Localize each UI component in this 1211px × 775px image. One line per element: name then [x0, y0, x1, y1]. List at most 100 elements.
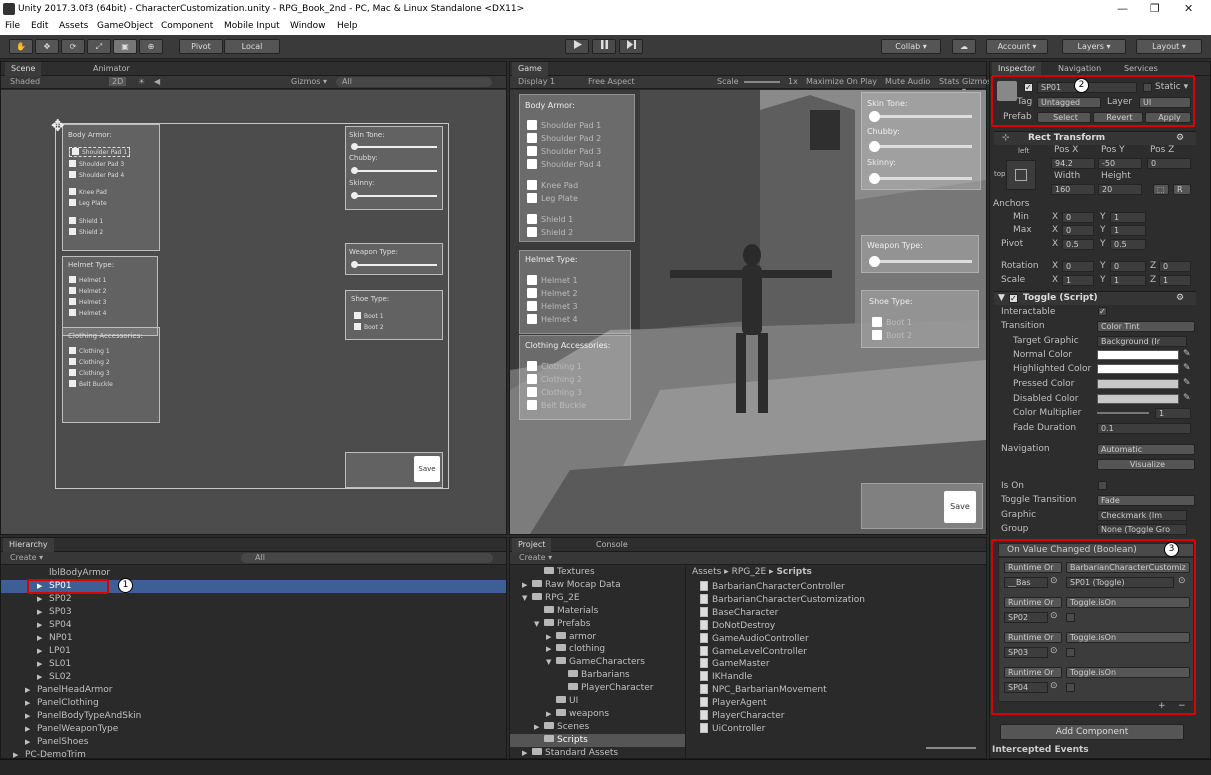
expand-arrow-icon[interactable]: ▶ — [37, 671, 49, 684]
play-button[interactable] — [565, 39, 589, 54]
pos-y-field[interactable]: -50 — [1098, 158, 1142, 169]
game-toggle-item[interactable]: Shield 1 — [527, 214, 573, 224]
stats-toggle[interactable]: Stats — [939, 77, 959, 86]
highlighted-color-swatch[interactable] — [1097, 364, 1179, 374]
local-toggle[interactable]: Local — [224, 39, 280, 54]
project-folder-row[interactable]: ▶ weapons — [510, 708, 685, 721]
breadcrumb-rpg[interactable]: RPG_2E — [732, 567, 767, 577]
account-dropdown[interactable]: Account ▾ — [986, 39, 1048, 54]
scene-toggle-item[interactable]: Knee Pad — [69, 188, 107, 196]
expand-arrow-icon[interactable]: ▼ — [534, 618, 544, 631]
interactable-checkbox[interactable]: ✓ — [1098, 307, 1107, 316]
transform-tool-icon[interactable]: ⊕ — [139, 39, 163, 54]
maximize-on-play-toggle[interactable]: Maximize On Play — [806, 77, 877, 86]
toggle-script-header[interactable]: ▼ ✓ Toggle (Script) ⚙ — [994, 291, 1196, 305]
project-folder-row[interactable]: Barbarians — [510, 669, 685, 682]
scale-tool-icon[interactable]: ⤢ — [87, 39, 111, 54]
group-field[interactable]: None (Toggle Gro — [1097, 524, 1187, 535]
expand-arrow-icon[interactable]: ▶ — [522, 747, 532, 760]
game-view[interactable]: Body Armor: Shoulder Pad 1 Shoulder Pad … — [510, 90, 986, 534]
script-file-item[interactable]: BarbarianCharacterController — [700, 581, 845, 594]
minimize-button[interactable]: — — [1117, 2, 1128, 15]
transition-dropdown[interactable]: Color Tint — [1097, 321, 1195, 332]
project-folder-row[interactable]: ▼ Prefabs — [510, 618, 685, 631]
normal-color-swatch[interactable] — [1097, 350, 1179, 360]
scene-toggle-item[interactable]: Shield 2 — [69, 228, 103, 236]
scene-save-button[interactable]: Save — [414, 456, 440, 482]
scene-toggle-item[interactable]: Clothing 3 — [69, 369, 110, 377]
pivot-x-field[interactable]: 0.5 — [1062, 239, 1094, 250]
tab-inspector[interactable]: Inspector — [992, 62, 1042, 76]
scene-view[interactable]: Body Armor: Shoulder Pad 1 Shoulder Pad … — [1, 90, 506, 534]
tab-game[interactable]: Game — [512, 62, 548, 76]
game-toggle-item[interactable]: Helmet 2 — [527, 288, 578, 298]
script-file-item[interactable]: BarbarianCharacterCustomization — [700, 593, 865, 607]
shading-dropdown[interactable]: Shaded — [10, 77, 40, 86]
expand-arrow-icon[interactable]: ▶ — [25, 697, 37, 710]
anchor-max-x-field[interactable]: 0 — [1062, 225, 1094, 236]
anchor-min-y-field[interactable]: 1 — [1110, 212, 1146, 223]
tab-animator[interactable]: Animator — [87, 62, 136, 76]
script-file-item[interactable]: IKHandle — [700, 671, 752, 684]
breadcrumb-scripts[interactable]: Scripts — [776, 567, 811, 577]
game-toggle-item[interactable]: Clothing 1 — [527, 361, 582, 371]
project-folder-row[interactable]: ▶ Raw Mocap Data — [510, 579, 685, 592]
tab-console[interactable]: Console — [590, 538, 634, 552]
layers-dropdown[interactable]: Layers ▾ — [1062, 39, 1126, 54]
tab-hierarchy[interactable]: Hierarchy — [3, 538, 54, 552]
project-create-dropdown[interactable]: Create ▾ — [519, 553, 552, 562]
scene-weapon-slider[interactable] — [351, 261, 437, 268]
tab-scene[interactable]: Scene — [5, 62, 42, 76]
project-folder-row[interactable]: ▶ armor — [510, 631, 685, 644]
scene-toggle-item[interactable]: Belt Buckle — [69, 380, 113, 388]
script-file-item[interactable]: GameMaster — [700, 658, 770, 671]
blueprint-mode-icon[interactable]: ⬚ — [1153, 184, 1169, 195]
game-save-button[interactable]: Save — [944, 491, 976, 523]
scale-slider[interactable] — [744, 81, 780, 83]
toggle-transition-dropdown[interactable]: Fade — [1097, 495, 1195, 506]
scene-toggle-item[interactable]: Boot 1 — [354, 312, 384, 320]
height-field[interactable]: 20 — [1098, 184, 1142, 195]
game-toggle-item[interactable]: Shield 2 — [527, 227, 573, 237]
game-toggle-item[interactable]: Clothing 3 — [527, 387, 582, 397]
hierarchy-row[interactable]: ▶ SP02 — [1, 593, 506, 606]
project-folder-row[interactable]: Materials — [510, 605, 685, 618]
rect-transform-header[interactable]: ⊹ Rect Transform ⚙ — [994, 131, 1196, 145]
color-multiplier-slider[interactable] — [1097, 412, 1149, 414]
game-toggle-item[interactable]: Shoulder Pad 2 — [527, 133, 601, 143]
game-toggle-item[interactable]: Boot 2 — [872, 330, 912, 340]
hierarchy-row[interactable]: ▶ PanelClothing — [1, 697, 506, 710]
game-chubby-slider[interactable] — [869, 141, 972, 152]
hierarchy-row[interactable]: ▶ PanelWeaponType — [1, 723, 506, 736]
eyedropper-icon[interactable]: ✎ — [1183, 393, 1191, 403]
target-graphic-field[interactable]: Background (Ir — [1097, 336, 1187, 347]
project-folder-row[interactable]: Textures — [510, 566, 685, 579]
breadcrumb-assets[interactable]: Assets — [692, 567, 721, 577]
scene-toggle-item[interactable]: Shoulder Pad 4 — [69, 171, 124, 179]
hierarchy-row[interactable]: ▶ SP03 — [1, 606, 506, 619]
expand-arrow-icon[interactable]: ▼ — [546, 656, 556, 669]
scene-selected-toggle[interactable]: Shoulder Pad 1 — [69, 147, 131, 157]
expand-arrow-icon[interactable]: ▶ — [37, 658, 49, 671]
menu-gameobject[interactable]: GameObject — [97, 21, 153, 31]
project-folder-row[interactable]: ▼ GameCharacters — [510, 656, 685, 669]
script-file-item[interactable]: BaseCharacter — [700, 606, 778, 620]
move-tool-icon[interactable]: ✥ — [35, 39, 59, 54]
mode-2d-button[interactable]: 2D — [109, 77, 127, 86]
expand-arrow-icon[interactable]: ▶ — [546, 631, 556, 644]
anchor-min-x-field[interactable]: 0 — [1062, 212, 1094, 223]
expand-arrow-icon[interactable]: ▶ — [25, 684, 37, 697]
scale-z-field[interactable]: 1 — [1159, 275, 1191, 286]
script-file-item[interactable]: PlayerAgent — [700, 697, 767, 710]
game-toggle-item[interactable]: Boot 1 — [872, 317, 912, 327]
scale-y-field[interactable]: 1 — [1110, 275, 1146, 286]
hierarchy-row[interactable]: ▶ PanelBodyTypeAndSkin — [1, 710, 506, 723]
anchor-presets-button[interactable] — [1006, 160, 1036, 190]
settings-gear-icon[interactable]: ⚙ — [1176, 293, 1184, 303]
is-on-checkbox[interactable] — [1098, 481, 1107, 490]
scene-toggle-item[interactable]: Helmet 3 — [69, 298, 106, 306]
game-toggle-item[interactable]: Shoulder Pad 4 — [527, 159, 601, 169]
pos-z-field[interactable]: 0 — [1147, 158, 1191, 169]
hierarchy-search-input[interactable]: All — [241, 553, 493, 563]
rect-tool-icon[interactable]: ▣ — [113, 39, 137, 54]
